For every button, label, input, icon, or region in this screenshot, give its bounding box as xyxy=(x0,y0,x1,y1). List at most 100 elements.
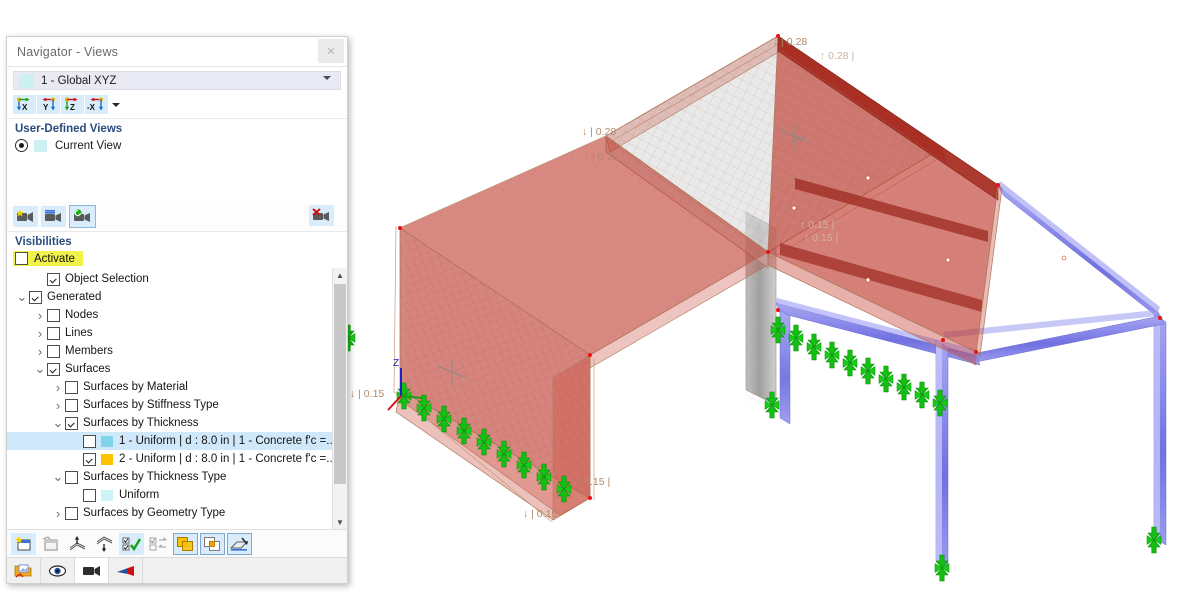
tree-row[interactable]: ›Lines xyxy=(7,324,347,342)
view-z-button[interactable]: Z xyxy=(61,95,84,114)
tree-row[interactable]: 2 - Uniform | d : 8.0 in | 1 - Concrete … xyxy=(7,450,347,468)
eye-icon[interactable] xyxy=(41,558,75,583)
model-3d-view[interactable]: Z ↓ | 0.15 ↑ 0.15 | ↓ | 0.15 ↓ | 0.28 ↑ … xyxy=(348,0,1178,599)
tree-scrollbar[interactable]: ▲ ▼ xyxy=(332,268,347,529)
tree-twisty-empty xyxy=(69,436,83,447)
load-label-5: ↓ | 0.28 xyxy=(582,126,616,138)
tree-checkbox[interactable] xyxy=(83,489,96,502)
tree-checkbox[interactable] xyxy=(47,309,60,322)
view-select-row: 1 - Global XYZ xyxy=(7,67,347,92)
show-objects-icon[interactable] xyxy=(65,533,90,555)
new-window-icon[interactable] xyxy=(11,533,36,555)
view-negative-x-button[interactable]: -X xyxy=(85,95,108,114)
load-label-4: ↑ 0.28 | xyxy=(820,50,854,62)
user-defined-view-item[interactable]: Current View xyxy=(7,138,347,152)
chevron-right-icon[interactable]: › xyxy=(33,344,47,359)
tree-twisty-empty xyxy=(69,490,83,501)
visibilities-tree-list[interactable]: Object Selection⌄Generated › Nodes ›Lines›M… xyxy=(7,268,347,522)
chevron-down-icon[interactable]: ⌄ xyxy=(51,419,65,427)
hide-objects-icon[interactable] xyxy=(92,533,117,555)
chevron-down-icon[interactable]: ⌄ xyxy=(15,293,29,301)
edit-window-icon[interactable] xyxy=(38,533,63,555)
tree-checkbox[interactable] xyxy=(29,291,42,304)
tree-checkbox[interactable] xyxy=(83,435,96,448)
chevron-right-icon[interactable]: › xyxy=(51,380,65,395)
tree-row[interactable]: › Surfaces by Material xyxy=(7,378,347,396)
svg-text:Z: Z xyxy=(70,103,75,112)
invert-selection-icon[interactable] xyxy=(146,533,171,555)
camera-icon[interactable] xyxy=(75,558,109,583)
view-color-swatch xyxy=(19,74,34,88)
tree-checkbox[interactable] xyxy=(65,381,78,394)
chevron-down-icon[interactable]: ⌄ xyxy=(33,365,47,373)
chevron-down-icon[interactable] xyxy=(323,75,332,84)
tree-row-label: Surfaces xyxy=(65,363,110,375)
tree-row-label: Surfaces by Material xyxy=(83,381,188,393)
tree-row[interactable]: ⌄ Surfaces by Thickness Type xyxy=(7,468,347,486)
close-icon[interactable]: ✕ xyxy=(318,39,344,63)
camera-list-icon[interactable] xyxy=(41,206,66,227)
scroll-thumb[interactable] xyxy=(334,284,346,484)
check-all-icon[interactable] xyxy=(119,533,144,555)
camera-delete-icon[interactable] xyxy=(309,205,334,226)
tree-color-swatch xyxy=(101,436,113,447)
view-y-button[interactable]: Y xyxy=(37,95,60,114)
scroll-down-icon[interactable]: ▼ xyxy=(333,515,347,529)
tree-row[interactable]: ⌄ Surfaces xyxy=(7,360,347,378)
model-3d-canvas[interactable]: Z xyxy=(348,0,1178,599)
tree-row-label: Uniform xyxy=(119,489,159,501)
clipping-plane-icon[interactable] xyxy=(227,533,252,555)
tree-checkbox[interactable] xyxy=(65,399,78,412)
current-view-label: Current View xyxy=(55,140,121,152)
chevron-down-icon[interactable]: ⌄ xyxy=(51,473,65,481)
camera-refresh-icon[interactable] xyxy=(69,205,96,228)
tree-row[interactable]: › Surfaces by Stiffness Type xyxy=(7,396,347,414)
tree-row[interactable]: Object Selection xyxy=(7,270,347,288)
results-icon[interactable] xyxy=(109,558,143,583)
tree-row-label: Surfaces by Thickness xyxy=(83,417,198,429)
nodal-supports-base xyxy=(765,392,1161,581)
tree-checkbox[interactable] xyxy=(47,273,60,286)
tree-row-label: Nodes xyxy=(65,309,98,321)
chevron-right-icon[interactable]: › xyxy=(51,398,65,413)
tree-row-label: Surfaces by Thickness Type xyxy=(83,471,226,483)
tree-checkbox[interactable] xyxy=(47,345,60,358)
tree-checkbox[interactable] xyxy=(83,453,96,466)
tree-row[interactable]: ⌄Generated xyxy=(7,288,347,306)
tree-row[interactable]: ›Surfaces by Geometry Type xyxy=(7,504,347,522)
view-select-dropdown[interactable]: 1 - Global XYZ xyxy=(13,71,341,90)
chevron-right-icon[interactable]: › xyxy=(33,326,47,341)
combine-layers-icon[interactable] xyxy=(173,533,198,555)
tree-checkbox[interactable] xyxy=(65,417,78,430)
tree-row[interactable]: ⌄ Surfaces by Thickness xyxy=(7,414,347,432)
activate-checkbox[interactable] xyxy=(15,252,28,265)
scroll-up-icon[interactable]: ▲ xyxy=(333,268,347,282)
current-view-radio[interactable] xyxy=(15,139,28,152)
tree-row[interactable]: Uniform xyxy=(7,486,347,504)
tree-twisty-empty xyxy=(33,274,47,285)
view-x-button[interactable]: X xyxy=(13,95,36,114)
axis-more-dropdown-icon[interactable] xyxy=(109,95,123,114)
tree-checkbox[interactable] xyxy=(65,507,78,520)
visibilities-toolbar xyxy=(7,529,347,557)
tree-checkbox[interactable] xyxy=(47,327,60,340)
tree-row-label: Surfaces by Stiffness Type xyxy=(83,399,219,411)
camera-new-icon[interactable] xyxy=(13,206,38,227)
chevron-right-icon[interactable]: › xyxy=(51,506,65,521)
tree-checkbox[interactable] xyxy=(65,471,78,484)
tree-row[interactable]: › Nodes xyxy=(7,306,347,324)
chevron-right-icon[interactable]: › xyxy=(33,308,47,323)
current-view-swatch xyxy=(34,140,47,152)
tree-row[interactable]: ›Members xyxy=(7,342,347,360)
svg-text:-X: -X xyxy=(87,103,96,112)
load-label-8: ↑ 0.15 | xyxy=(804,232,838,244)
tree-checkbox[interactable] xyxy=(47,363,60,376)
visibilities-tree[interactable]: Object Selection⌄Generated › Nodes ›Lines›M… xyxy=(7,268,347,529)
tab-project-navigator[interactable] xyxy=(7,558,41,583)
intersect-layers-icon[interactable] xyxy=(200,533,225,555)
tree-row-label: 2 - Uniform | d : 8.0 in | 1 - Concrete … xyxy=(119,453,336,465)
navigator-title: Navigator - Views xyxy=(7,45,118,59)
app-root: Z ↓ | 0.15 ↑ 0.15 | ↓ | 0.15 ↓ | 0.28 ↑ … xyxy=(0,0,1178,599)
tree-row[interactable]: 1 - Uniform | d : 8.0 in | 1 - Concrete … xyxy=(7,432,347,450)
activate-visibilities-row[interactable]: Activate xyxy=(13,251,83,266)
